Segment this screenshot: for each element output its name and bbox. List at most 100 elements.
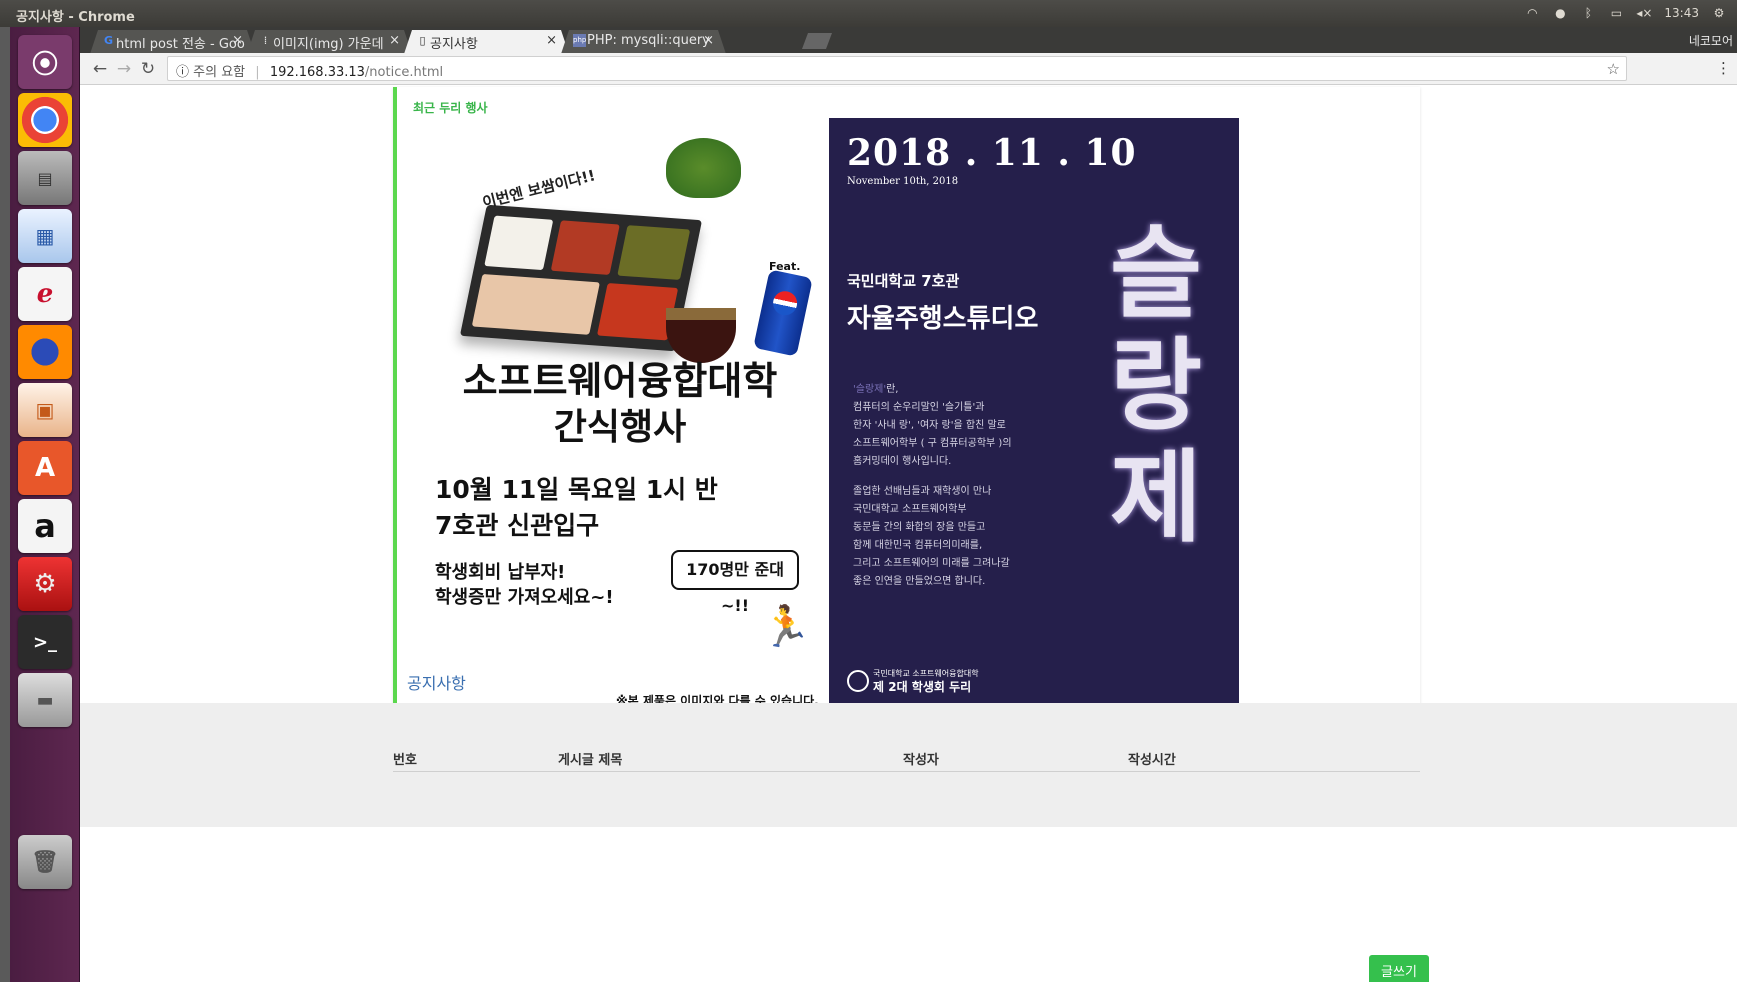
council-name: 제 2대 학생회 두리 xyxy=(873,680,972,694)
festival-date-english: November 10th, 2018 xyxy=(847,176,959,187)
disk-icon[interactable]: ▬ xyxy=(18,673,72,727)
poster-requirement: 학생증만 가져오세요~! xyxy=(435,587,614,608)
description-line: 소프트웨어학부 ( 구 컴퓨터공학부 )의 xyxy=(853,434,1012,449)
description-text: 좋은 인연을 만들었으면 합니다. xyxy=(853,576,986,587)
poster-left-panel: 이번엔 보쌈이다!! Feat. 소프트웨어융합대학 간식행사 10월 11일 … xyxy=(411,118,829,708)
poster-right-panel: 2018 . 11 . 10 November 10th, 2018 국민대학교… xyxy=(829,118,1239,708)
close-icon[interactable]: × xyxy=(232,33,243,48)
description-text: 란, xyxy=(886,384,899,395)
bluetooth-icon[interactable]: ᛒ xyxy=(1580,5,1596,21)
reload-icon[interactable]: ↻ xyxy=(138,59,158,79)
pepsi-logo-icon xyxy=(770,288,800,318)
festival-studio: 자율주행스튜디오 xyxy=(847,304,1039,334)
close-icon[interactable]: × xyxy=(546,33,557,48)
description-line: 컴퓨터의 순우리말인 '슬기틀'과 xyxy=(853,398,984,413)
firefox-icon[interactable] xyxy=(18,325,72,379)
description-text: 동문들 간의 화합의 장을 만들고 xyxy=(853,522,986,533)
close-icon[interactable]: × xyxy=(703,33,714,48)
tab-html-post[interactable]: G html post 전송 - Goo × xyxy=(90,30,255,54)
tab-strip: G html post 전송 - Goo × ⁞ 이미지(img) 가운데 × … xyxy=(80,27,1737,53)
profile-label[interactable]: 네코모어 xyxy=(1689,32,1733,49)
description-highlight: '슬랑제' xyxy=(853,384,887,395)
notice-title[interactable]: 공지사항 xyxy=(407,670,466,694)
evince-icon[interactable]: ℯ xyxy=(18,267,72,321)
description-text: 졸업한 선배님들과 재학생이 만나 xyxy=(853,486,992,497)
menu-icon[interactable]: ⋮ xyxy=(1716,59,1731,77)
settings-icon[interactable]: ⚙ xyxy=(18,557,72,611)
address-separator: | xyxy=(255,65,260,80)
column-time: 작성시간 xyxy=(1128,753,1176,768)
os-top-panel: 공지사항 - Chrome ◠ ● ᛒ ▭ ◂× 13:43 ⚙ xyxy=(0,0,1737,27)
software-center-icon[interactable]: A xyxy=(18,441,72,495)
trash-icon[interactable]: 🗑 xyxy=(18,835,72,889)
clock[interactable]: 13:43 xyxy=(1664,6,1699,20)
festival-char: 슬 xyxy=(1110,215,1202,332)
poster-date-time: 10월 11일 목요일 1시 반 xyxy=(435,475,718,504)
back-arrow-icon[interactable]: ← xyxy=(90,59,110,79)
tab-label: 이미지(img) 가운데 xyxy=(273,37,384,52)
poster-subtitle: 이번엔 보쌈이다!! xyxy=(480,166,598,212)
column-number: 번호 xyxy=(393,753,417,768)
poster-heading-event: 간식행사 xyxy=(553,406,687,448)
description-line: '슬랑제'란, xyxy=(853,380,899,395)
description-line: 함께 대한민국 컴퓨터의미래를, xyxy=(853,536,982,551)
chrome-launcher-icon[interactable] xyxy=(18,93,72,147)
tab-label: PHP: mysqli::query xyxy=(587,33,710,48)
chrome-tray-icon[interactable]: ● xyxy=(1552,5,1568,21)
description-line: 그리고 소프트웨어의 미래를 그려나갈 xyxy=(853,554,1010,569)
volume-muted-icon[interactable]: ◂× xyxy=(1636,5,1652,21)
wifi-icon[interactable]: ◠ xyxy=(1524,5,1540,21)
write-post-button[interactable]: 글쓰기 xyxy=(1369,955,1429,982)
poster-heading-college: 소프트웨어융합대학 xyxy=(462,358,778,403)
url-path: /notice.html xyxy=(364,65,444,80)
ubuntu-launcher: ⦿ ▤ ▦ ℯ ▣ A a ⚙ >_ ▬ 🗑 xyxy=(10,27,80,982)
description-text: 함께 대한민국 컴퓨터의미래를, xyxy=(853,540,983,551)
description-line: 홈커밍데이 행사입니다. xyxy=(853,452,951,467)
festival-name: 슬 랑 제 xyxy=(1091,218,1221,554)
description-line: 졸업한 선배님들과 재학생이 만나 xyxy=(853,482,991,497)
poster-location: 7호관 신관입구 xyxy=(435,511,600,540)
description-text: 그리고 소프트웨어의 미래를 그려나갈 xyxy=(853,558,1010,569)
info-icon[interactable]: ⓘ xyxy=(176,65,189,80)
column-author: 작성자 xyxy=(903,753,939,768)
runner-icon: 🏃 xyxy=(761,604,811,650)
security-warning[interactable]: 주의 요함 xyxy=(193,65,245,80)
speech-bubble: 170명만 준대~!! xyxy=(671,550,799,615)
description-line: 국민대학교 소프트웨어학부 xyxy=(853,500,967,515)
url-host: 192.168.33.13 xyxy=(269,65,365,80)
window-title: 공지사항 - Chrome xyxy=(16,10,135,25)
close-icon[interactable]: × xyxy=(389,33,400,48)
description-text: 홈커밍데이 행사입니다. xyxy=(853,456,952,467)
page-icon: ▯ xyxy=(419,34,426,47)
pepsi-can-image xyxy=(753,269,813,357)
tab-label: html post 전송 - Goo xyxy=(116,37,245,52)
council-logo-icon xyxy=(847,670,869,692)
page-content: 최근 두리 행사 이번엔 보쌈이다!! Feat. 소프트웨어융합대학 간식행사… xyxy=(80,85,1737,982)
php-icon: php xyxy=(573,34,586,47)
battery-icon[interactable]: ▭ xyxy=(1608,5,1624,21)
ubuntu-dash-icon[interactable]: ⦿ xyxy=(18,35,72,89)
tab-notice[interactable]: ▯ 공지사항 × xyxy=(404,30,569,54)
impress-icon[interactable]: ▣ xyxy=(18,383,72,437)
notice-table-header: 번호 게시글 제목 작성자 작성시간 xyxy=(393,745,1420,772)
writer-icon[interactable]: ▦ xyxy=(18,209,72,263)
description-text: 한자 '사내 랑', '여자 랑'을 합친 말로 xyxy=(853,420,1006,431)
address-bar[interactable]: ⓘ 주의 요함 | 192.168.33.13/notice.html ☆ xyxy=(167,56,1627,81)
image-tab-icon: ⁞ xyxy=(263,34,268,47)
browser-toolbar: ← → ↻ ⓘ 주의 요함 | 192.168.33.13/notice.htm… xyxy=(80,53,1737,85)
tab-php-mysqli[interactable]: php PHP: mysqli::query × xyxy=(561,30,726,54)
star-icon[interactable]: ☆ xyxy=(1607,60,1620,78)
salad-image xyxy=(666,138,741,198)
files-icon[interactable]: ▤ xyxy=(18,151,72,205)
tab-label: 공지사항 xyxy=(430,37,478,52)
amazon-icon[interactable]: a xyxy=(18,499,72,553)
left-edge-strip xyxy=(0,27,10,982)
forward-arrow-icon[interactable]: → xyxy=(114,59,134,79)
terminal-icon[interactable]: >_ xyxy=(18,615,72,669)
description-line: 한자 '사내 랑', '여자 랑'을 합친 말로 xyxy=(853,416,1006,431)
google-icon: G xyxy=(103,34,114,47)
poster-eligibility: 학생회비 납부자! xyxy=(435,562,566,583)
tab-image-center[interactable]: ⁞ 이미지(img) 가운데 × xyxy=(247,30,412,54)
power-gear-icon[interactable]: ⚙ xyxy=(1711,5,1727,21)
festival-date: 2018 . 11 . 10 xyxy=(847,132,1137,174)
